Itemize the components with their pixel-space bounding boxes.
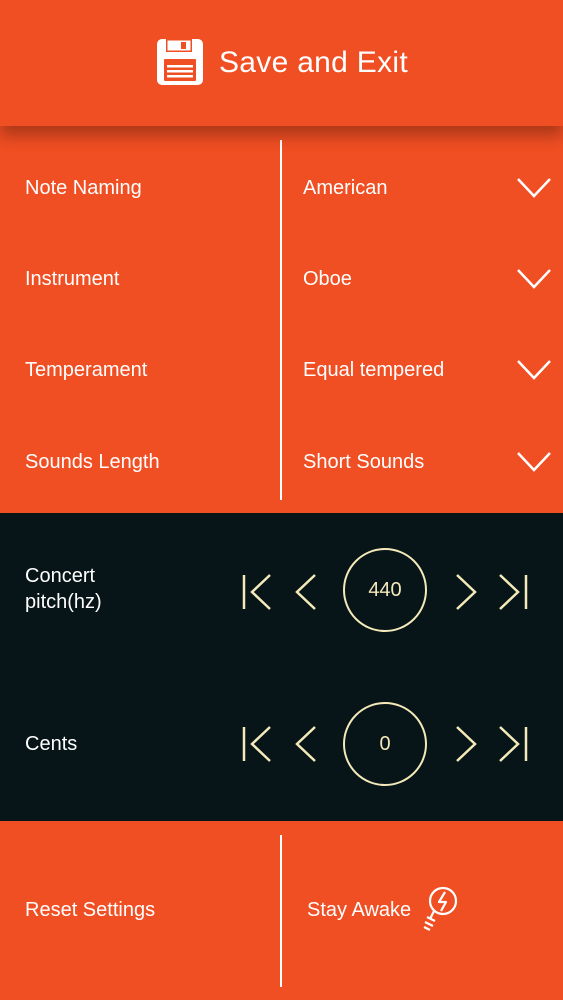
stay-awake-label: Stay Awake (307, 899, 412, 921)
cents-label: Cents (25, 733, 78, 755)
lightbulb-icon (423, 886, 458, 931)
chevron-right-icon[interactable] (454, 573, 478, 611)
chevron-left-icon[interactable] (294, 573, 318, 611)
chevron-down-icon[interactable] (516, 176, 552, 200)
save-and-exit-button[interactable]: Save and Exit (0, 0, 563, 126)
skip-to-start-icon[interactable] (240, 573, 274, 611)
pitch-controls-panel: Concert pitch(hz) 440 Cents 0 (0, 513, 563, 821)
stay-awake-button[interactable]: Stay Awake (282, 821, 563, 1000)
cents-number: 0 (379, 732, 391, 755)
setting-row-sounds-length: Sounds Length Short Sounds (0, 432, 563, 492)
chevron-down-icon[interactable] (516, 267, 552, 291)
setting-row-instrument: Instrument Oboe (0, 249, 563, 309)
setting-value: Equal tempered (303, 358, 445, 381)
concert-pitch-value: 440 (343, 548, 427, 632)
chevron-down-icon[interactable] (516, 358, 552, 382)
setting-label: Instrument (25, 267, 120, 290)
bottom-actions: Reset Settings Stay Awake (0, 821, 563, 1000)
settings-list: Note Naming American Instrument Oboe Tem… (0, 126, 563, 513)
reset-settings-button[interactable]: Reset Settings (0, 821, 280, 1000)
setting-row-temperament: Temperament Equal tempered (0, 340, 563, 400)
setting-label: Temperament (25, 358, 148, 381)
reset-settings-label: Reset Settings (25, 899, 156, 921)
skip-to-end-icon[interactable] (496, 573, 530, 611)
concert-pitch-number: 440 (368, 578, 402, 601)
setting-row-note-naming: Note Naming American (0, 158, 563, 218)
setting-label: Note Naming (25, 176, 142, 199)
concert-pitch-label: Concert pitch(hz) (25, 565, 102, 613)
setting-value: Oboe (303, 267, 352, 290)
skip-to-end-icon[interactable] (496, 725, 530, 763)
chevron-left-icon[interactable] (294, 725, 318, 763)
skip-to-start-icon[interactable] (240, 725, 274, 763)
setting-value: Short Sounds (303, 450, 425, 473)
cents-value: 0 (343, 702, 427, 786)
chevron-right-icon[interactable] (454, 725, 478, 763)
chevron-down-icon[interactable] (516, 450, 552, 474)
page-title: Save and Exit (218, 46, 408, 79)
floppy-disk-icon (156, 39, 203, 85)
setting-value: American (303, 176, 388, 199)
setting-label: Sounds Length (25, 450, 160, 473)
